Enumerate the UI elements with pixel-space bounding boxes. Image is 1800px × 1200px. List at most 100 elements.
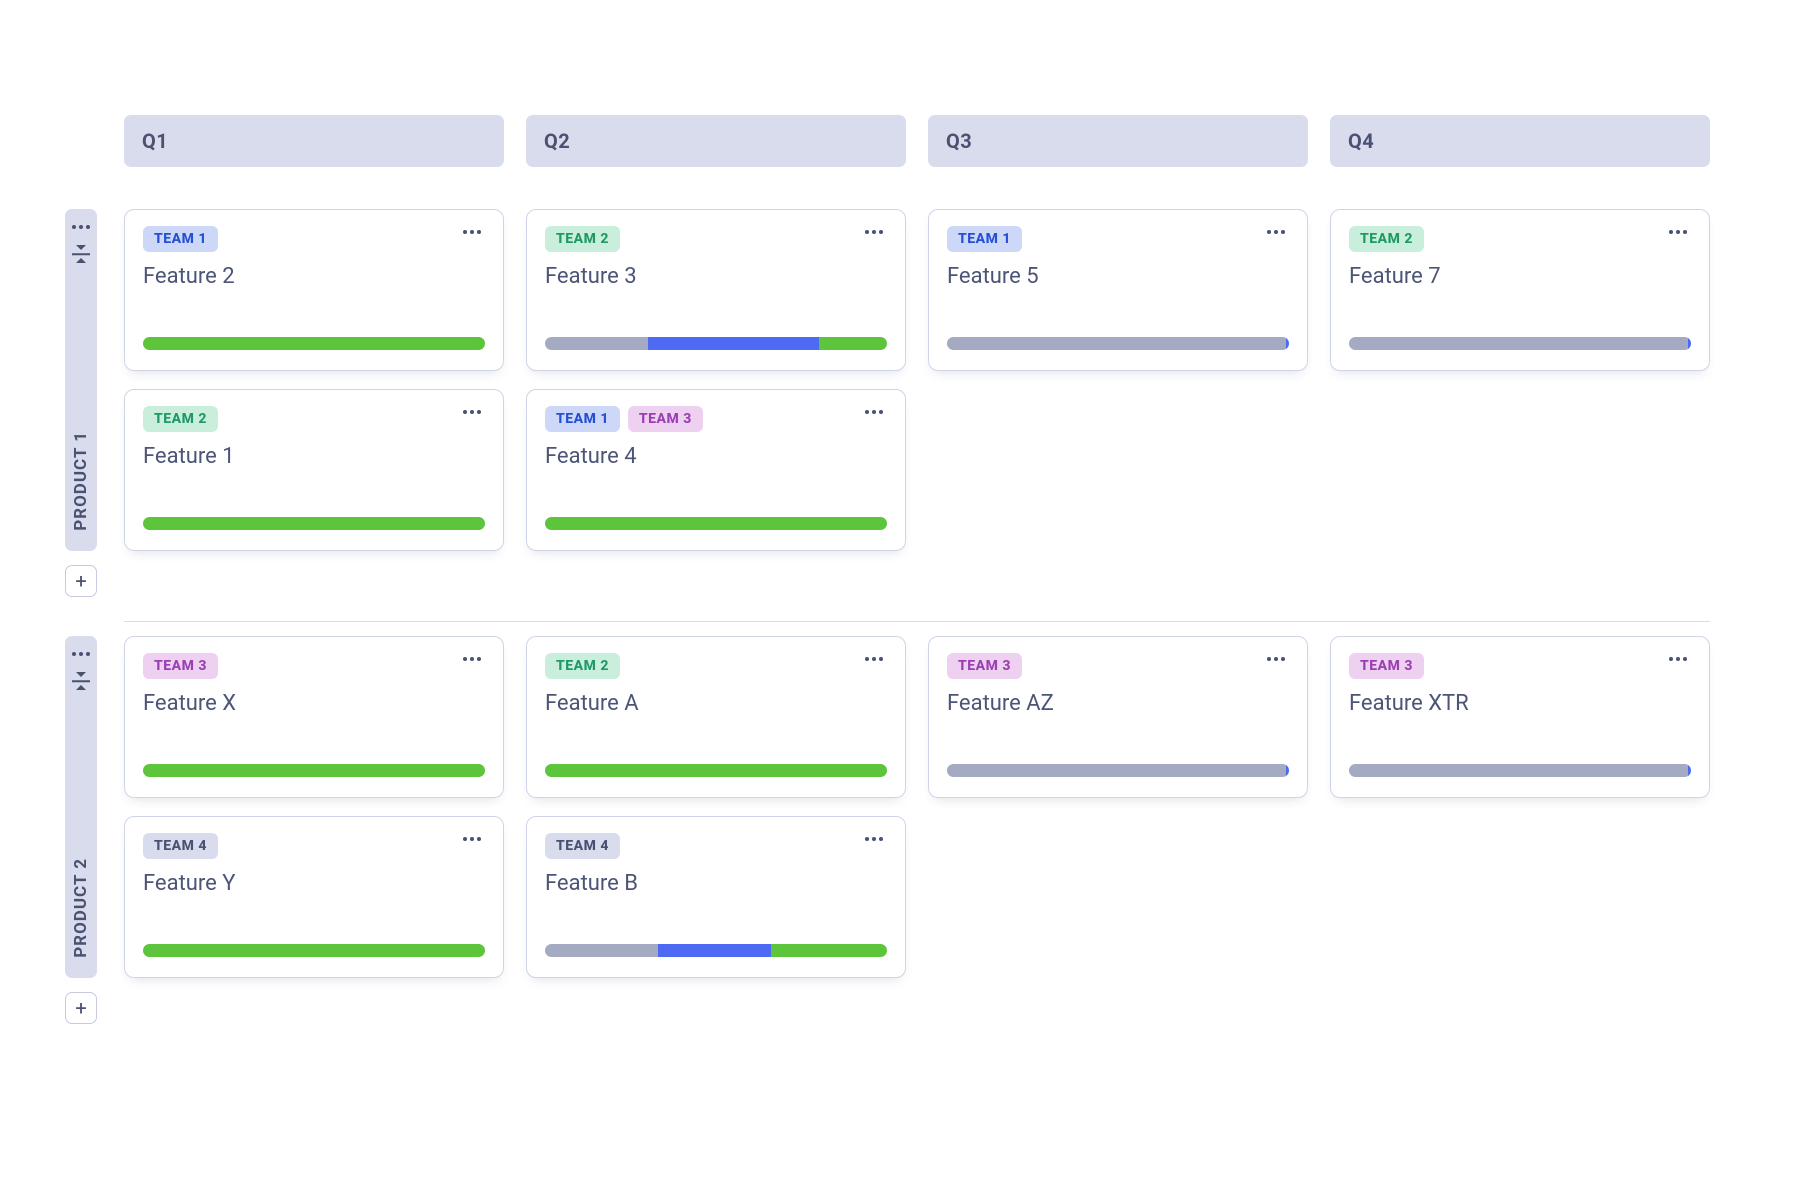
swimlane-column: TEAM 3 Feature XTR <box>1330 636 1710 1024</box>
team-tags: TEAM 3 <box>947 653 1022 679</box>
card-title: Feature 3 <box>545 264 887 290</box>
add-swimlane-button[interactable]: + <box>65 565 97 597</box>
swimlane-column: TEAM 2 Feature A TEAM 4 Feature B <box>526 636 906 1024</box>
progress-bar <box>1349 764 1691 777</box>
team-tag: TEAM 3 <box>143 653 218 679</box>
team-tag: TEAM 1 <box>143 226 218 252</box>
card-menu-icon[interactable] <box>1665 653 1691 665</box>
team-tags: TEAM 3 <box>143 653 218 679</box>
swimlane-gutter: PRODUCT 2 + <box>60 636 102 1024</box>
feature-card[interactable]: TEAM 3 Feature X <box>124 636 504 798</box>
team-tags: TEAM 1 <box>143 226 218 252</box>
card-title: Feature A <box>545 691 887 717</box>
feature-card[interactable]: TEAM 1 Feature 5 <box>928 209 1308 371</box>
card-title: Feature Y <box>143 871 485 897</box>
add-swimlane-button[interactable]: + <box>65 992 97 1024</box>
feature-card[interactable]: TEAM 3 Feature XTR <box>1330 636 1710 798</box>
team-tags: TEAM 4 <box>545 833 620 859</box>
card-title: Feature 5 <box>947 264 1289 290</box>
header-gutter <box>60 115 102 167</box>
swimlane-column: TEAM 2 Feature 7 <box>1330 209 1710 597</box>
card-title: Feature 2 <box>143 264 485 290</box>
team-tag: TEAM 3 <box>947 653 1022 679</box>
card-menu-icon[interactable] <box>861 226 887 238</box>
swimlane-rail: PRODUCT 2 <box>65 636 97 978</box>
card-title: Feature B <box>545 871 887 897</box>
card-title: Feature AZ <box>947 691 1289 717</box>
feature-card[interactable]: TEAM 2 Feature 3 <box>526 209 906 371</box>
team-tags: TEAM 2 <box>1349 226 1424 252</box>
team-tags: TEAM 1 TEAM 3 <box>545 406 703 432</box>
collapse-icon[interactable] <box>72 245 90 263</box>
swimlane-column: TEAM 2 Feature 3 TEAM 1 TEAM 3 Feature 4 <box>526 209 906 597</box>
swimlane-gutter: PRODUCT 1 + <box>60 209 102 597</box>
column-header[interactable]: Q3 <box>928 115 1308 167</box>
progress-bar <box>545 517 887 530</box>
team-tags: TEAM 1 <box>947 226 1022 252</box>
card-title: Feature X <box>143 691 485 717</box>
team-tags: TEAM 2 <box>545 653 620 679</box>
collapse-icon[interactable] <box>72 672 90 690</box>
team-tag: TEAM 2 <box>1349 226 1424 252</box>
feature-card[interactable]: TEAM 1 Feature 2 <box>124 209 504 371</box>
card-menu-icon[interactable] <box>861 653 887 665</box>
team-tags: TEAM 2 <box>143 406 218 432</box>
feature-card[interactable]: TEAM 2 Feature A <box>526 636 906 798</box>
team-tag: TEAM 2 <box>143 406 218 432</box>
card-menu-icon[interactable] <box>459 653 485 665</box>
feature-card[interactable]: TEAM 2 Feature 7 <box>1330 209 1710 371</box>
team-tags: TEAM 4 <box>143 833 218 859</box>
swimlane-label: PRODUCT 2 <box>71 858 91 958</box>
progress-bar <box>143 517 485 530</box>
card-menu-icon[interactable] <box>1263 226 1289 238</box>
team-tag: TEAM 1 <box>947 226 1022 252</box>
swimlane-column: TEAM 1 Feature 2 TEAM 2 Feature 1 <box>124 209 504 597</box>
feature-card[interactable]: TEAM 3 Feature AZ <box>928 636 1308 798</box>
team-tag: TEAM 2 <box>545 653 620 679</box>
card-title: Feature XTR <box>1349 691 1691 717</box>
column-header[interactable]: Q1 <box>124 115 504 167</box>
progress-bar <box>1349 337 1691 350</box>
feature-card[interactable]: TEAM 2 Feature 1 <box>124 389 504 551</box>
roadmap-board: Q1 Q2 Q3 Q4 PRODUCT 1 + TEAM 1 Feature 2 TEAM 2 F… <box>0 0 1800 1200</box>
team-tag: TEAM 2 <box>545 226 620 252</box>
progress-bar <box>545 764 887 777</box>
team-tags: TEAM 3 <box>1349 653 1424 679</box>
team-tag: TEAM 1 <box>545 406 620 432</box>
feature-card[interactable]: TEAM 4 Feature B <box>526 816 906 978</box>
column-header[interactable]: Q2 <box>526 115 906 167</box>
progress-bar <box>143 764 485 777</box>
swimlane-divider <box>124 621 1710 622</box>
feature-card[interactable]: TEAM 1 TEAM 3 Feature 4 <box>526 389 906 551</box>
column-header[interactable]: Q4 <box>1330 115 1710 167</box>
team-tag: TEAM 3 <box>628 406 703 432</box>
card-menu-icon[interactable] <box>459 226 485 238</box>
team-tag: TEAM 4 <box>143 833 218 859</box>
team-tag: TEAM 3 <box>1349 653 1424 679</box>
swimlane-rail: PRODUCT 1 <box>65 209 97 551</box>
feature-card[interactable]: TEAM 4 Feature Y <box>124 816 504 978</box>
progress-bar <box>947 764 1289 777</box>
card-menu-icon[interactable] <box>459 833 485 845</box>
progress-bar <box>545 337 887 350</box>
swimlane-column: TEAM 1 Feature 5 <box>928 209 1308 597</box>
swimlane-menu-icon[interactable] <box>68 648 94 660</box>
progress-bar <box>947 337 1289 350</box>
swimlane-column: TEAM 3 Feature X TEAM 4 Feature Y <box>124 636 504 1024</box>
team-tag: TEAM 4 <box>545 833 620 859</box>
card-menu-icon[interactable] <box>1665 226 1691 238</box>
card-title: Feature 7 <box>1349 264 1691 290</box>
swimlane-column: TEAM 3 Feature AZ <box>928 636 1308 1024</box>
card-title: Feature 4 <box>545 444 887 470</box>
card-menu-icon[interactable] <box>459 406 485 418</box>
card-menu-icon[interactable] <box>1263 653 1289 665</box>
swimlane-menu-icon[interactable] <box>68 221 94 233</box>
team-tags: TEAM 2 <box>545 226 620 252</box>
card-menu-icon[interactable] <box>861 406 887 418</box>
card-title: Feature 1 <box>143 444 485 470</box>
card-menu-icon[interactable] <box>861 833 887 845</box>
progress-bar <box>143 337 485 350</box>
progress-bar <box>545 944 887 957</box>
swimlane-label: PRODUCT 1 <box>71 431 91 531</box>
progress-bar <box>143 944 485 957</box>
